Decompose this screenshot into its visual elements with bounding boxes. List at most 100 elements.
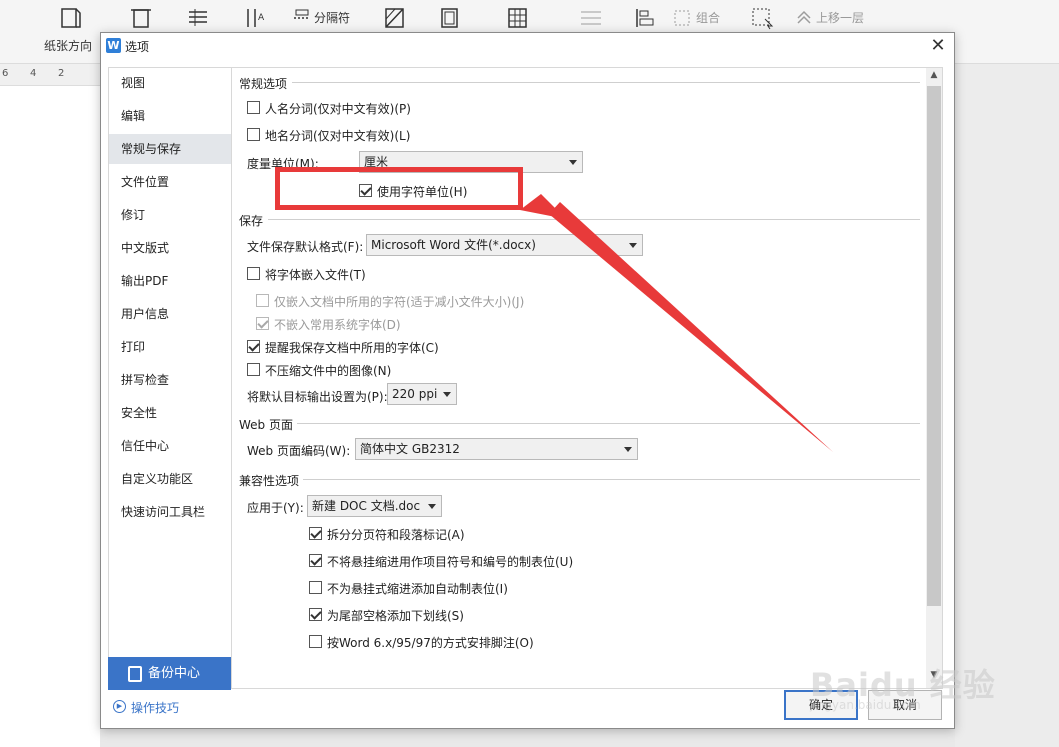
- checkbox-label: 不嵌入常用系统字体(D): [274, 318, 401, 332]
- default-format-select[interactable]: Microsoft Word 文件(*.docx): [366, 234, 643, 256]
- page-setup-icon[interactable]: [58, 6, 84, 30]
- checkbox-box[interactable]: [247, 363, 260, 376]
- section-divider: [296, 423, 920, 424]
- checkbox-label: 不将悬挂缩进用作项目符号和编号的制表位(U): [327, 555, 574, 569]
- document-page: [0, 86, 100, 747]
- dialog-titlebar[interactable]: W 选项 ✕: [101, 33, 954, 59]
- ruler-tick: 6: [2, 68, 9, 79]
- checkbox-box[interactable]: [309, 554, 322, 567]
- checkbox-label: 将字体嵌入文件(T): [265, 268, 366, 282]
- nav-item-customize-ribbon[interactable]: 自定义功能区: [109, 464, 231, 494]
- checkbox-label: 不为悬挂式缩进添加自动制表位(I): [327, 582, 508, 596]
- checkbox-box[interactable]: [309, 581, 322, 594]
- watermark-subtext: jingyan.baidu.com: [810, 698, 921, 712]
- background-icon[interactable]: [382, 6, 408, 30]
- checkbox-label: 拆分分页符和段落标记(A): [327, 528, 465, 542]
- ruler-tick: 4: [30, 68, 37, 79]
- columns-icon[interactable]: [128, 6, 154, 30]
- nav-item-quick-access[interactable]: 快速访问工具栏: [109, 497, 231, 527]
- nav-item-track-changes[interactable]: 修订: [109, 200, 231, 230]
- dropdown-arrow-icon: [443, 392, 451, 397]
- svg-text:A: A: [258, 13, 265, 23]
- nav-item-spell-check[interactable]: 拼写检查: [109, 365, 231, 395]
- watermark: Baidu 经验 jingyan.baidu.com: [810, 632, 1050, 722]
- encoding-label: Web 页面编码(W):: [247, 444, 351, 458]
- section-title-compat: 兼容性选项: [239, 472, 304, 489]
- nav-item-print[interactable]: 打印: [109, 332, 231, 362]
- nav-item-view[interactable]: 视图: [109, 68, 231, 98]
- checkbox-box: [256, 294, 269, 307]
- annotation-highlight-box: [275, 167, 523, 210]
- section-divider: [292, 82, 920, 83]
- checkbox-box[interactable]: [309, 635, 322, 648]
- checkbox-label: 仅嵌入文档中所用的字符(适于减小文件大小)(J): [274, 295, 525, 309]
- checkbox-box[interactable]: [309, 608, 322, 621]
- dropdown-arrow-icon: [428, 504, 436, 509]
- tips-link[interactable]: ▶ 操作技巧: [113, 699, 179, 716]
- checkbox-box[interactable]: [309, 527, 322, 540]
- tips-label: 操作技巧: [131, 701, 180, 715]
- apply-to-value: 新建 DOC 文档.doc: [312, 499, 421, 513]
- content-scrollbar[interactable]: ▲ ▼: [926, 68, 942, 688]
- checkbox-box[interactable]: [247, 340, 260, 353]
- nav-item-security[interactable]: 安全性: [109, 398, 231, 428]
- section-title-web: Web 页面: [239, 416, 297, 433]
- bring-forward-label: 上移一层: [816, 11, 865, 25]
- ruler: 6 4 2: [0, 64, 100, 86]
- options-dialog: W 选项 ✕ 视图 编辑 常规与保存 文件位置 修订 中文版式 输出PDF 用户…: [100, 32, 955, 729]
- play-icon: ▶: [113, 700, 126, 713]
- section-title-general: 常规选项: [239, 75, 292, 92]
- nav-item-user-info[interactable]: 用户信息: [109, 299, 231, 329]
- line-numbers-icon[interactable]: [185, 6, 211, 30]
- options-nav: 视图 编辑 常规与保存 文件位置 修订 中文版式 输出PDF 用户信息 打印 拼…: [108, 67, 231, 689]
- checkbox-box[interactable]: [247, 128, 260, 141]
- ruler-tick: 2: [58, 68, 65, 79]
- grid-icon[interactable]: [505, 6, 531, 30]
- checkbox-label: 不压缩文件中的图像(N): [265, 364, 392, 378]
- wps-logo-icon: W: [106, 38, 121, 53]
- checkbox-label: 为尾部空格添加下划线(S): [327, 609, 464, 623]
- dropdown-arrow-icon: [629, 243, 637, 248]
- encoding-select[interactable]: 简体中文 GB2312: [355, 438, 638, 460]
- bring-forward-icon: [794, 6, 814, 30]
- backup-icon: [128, 666, 142, 682]
- section-title-save: 保存: [239, 212, 268, 229]
- wrap-text-icon: [578, 6, 604, 30]
- checkbox-label: 人名分词(仅对中文有效)(P): [265, 102, 411, 116]
- select-icon[interactable]: [750, 6, 776, 30]
- align-icon[interactable]: [632, 6, 658, 30]
- page-border-icon[interactable]: [437, 6, 463, 30]
- checkbox-box[interactable]: [247, 267, 260, 280]
- nav-item-chinese-layout[interactable]: 中文版式: [109, 233, 231, 263]
- scroll-thumb[interactable]: [927, 86, 941, 606]
- nav-item-trust-center[interactable]: 信任中心: [109, 431, 231, 461]
- default-format-label: 文件保存默认格式(F):: [247, 240, 364, 254]
- scroll-up-icon[interactable]: ▲: [926, 70, 942, 84]
- separator-icon[interactable]: [292, 6, 312, 30]
- group-icon: [672, 6, 692, 30]
- apply-to-select[interactable]: 新建 DOC 文档.doc: [307, 495, 442, 517]
- nav-item-file-locations[interactable]: 文件位置: [109, 167, 231, 197]
- separator-label[interactable]: 分隔符: [314, 9, 350, 26]
- dialog-title: 选项: [125, 40, 150, 54]
- section-divider: [268, 219, 920, 220]
- nav-item-export-pdf[interactable]: 输出PDF: [109, 266, 231, 296]
- checkbox-label: 按Word 6.x/95/97的方式安排脚注(O): [327, 636, 534, 650]
- checkbox-box[interactable]: [247, 101, 260, 114]
- options-content: 常规选项 人名分词(仅对中文有效)(P) 地名分词(仅对中文有效)(L) 度量单…: [231, 67, 943, 689]
- output-select[interactable]: 220 ppi: [387, 383, 457, 405]
- close-icon[interactable]: ✕: [929, 37, 947, 55]
- nav-item-edit[interactable]: 编辑: [109, 101, 231, 131]
- backup-center-button[interactable]: 备份中心: [108, 657, 231, 690]
- nav-item-general-save[interactable]: 常规与保存: [109, 134, 231, 164]
- apply-to-label: 应用于(Y):: [247, 501, 304, 515]
- text-direction-icon[interactable]: A: [242, 6, 268, 30]
- section-divider: [302, 479, 920, 480]
- checkbox-label: 提醒我保存文档中所用的字体(C): [265, 341, 439, 355]
- checkbox-label: 地名分词(仅对中文有效)(L): [265, 129, 411, 143]
- default-format-value: Microsoft Word 文件(*.docx): [371, 238, 536, 252]
- orientation-label[interactable]: 纸张方向: [44, 37, 92, 54]
- checkbox-box: [256, 317, 269, 330]
- output-label: 将默认目标输出设置为(P):: [247, 390, 388, 404]
- backup-center-label: 备份中心: [148, 666, 201, 681]
